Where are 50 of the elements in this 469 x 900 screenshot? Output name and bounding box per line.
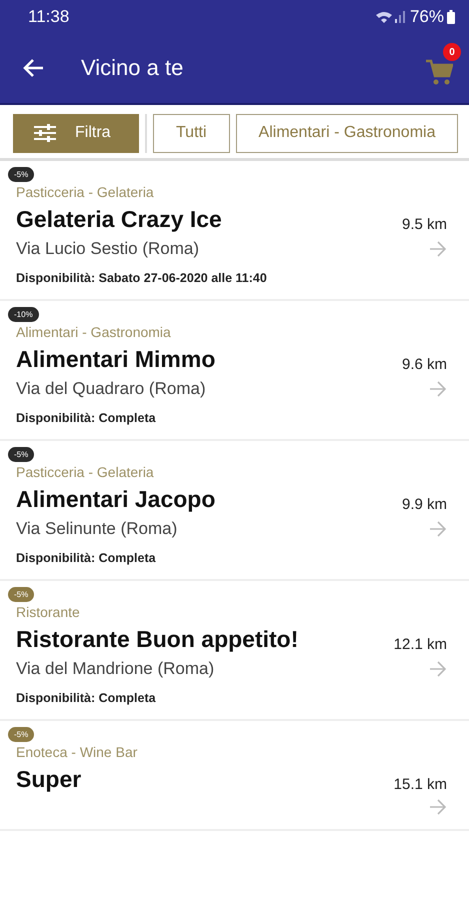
- sliders-icon: [33, 123, 57, 143]
- store-card[interactable]: -10% Alimentari - Gastronomia Alimentari Mimmo 9.6 km Via del Quadraro (Roma) Disponibilità: Completa: [0, 301, 469, 441]
- store-address: Via Selinunte (Roma): [16, 519, 178, 539]
- arrow-icon: [429, 381, 447, 397]
- store-availability: Disponibilità: Completa: [16, 411, 157, 425]
- discount-badge: -5%: [8, 727, 34, 742]
- store-name: Alimentari Jacopo: [16, 486, 216, 513]
- cart-count-badge: 0: [443, 43, 461, 61]
- store-address: Via del Mandrione (Roma): [16, 659, 214, 679]
- store-category: Pasticceria - Gelateria: [16, 464, 155, 480]
- battery-icon: [447, 10, 455, 24]
- discount-badge: -5%: [8, 447, 34, 462]
- store-availability: Disponibilità: Sabato 27-06-2020 alle 11:40: [16, 271, 268, 285]
- back-button[interactable]: [22, 58, 44, 78]
- store-distance: 9.5 km: [402, 216, 447, 233]
- discount-badge: -5%: [8, 167, 34, 182]
- store-category: Ristorante: [16, 604, 81, 620]
- store-address: Via del Quadraro (Roma): [16, 379, 206, 399]
- signal-icon: [374, 10, 405, 24]
- store-name: Gelateria Crazy Ice: [16, 206, 222, 233]
- store-category: Alimentari - Gastronomia: [16, 324, 172, 340]
- discount-badge: -10%: [8, 307, 39, 322]
- arrow-icon: [429, 241, 447, 257]
- arrow-icon: [429, 661, 447, 677]
- screen-title: Vicino a te: [81, 55, 184, 81]
- discount-badge: -5%: [8, 587, 34, 602]
- store-card[interactable]: -5% Pasticceria - Gelateria Alimentari Jacopo 9.9 km Via Selinunte (Roma) Disponibilità: Completa: [0, 441, 469, 581]
- cart-button[interactable]: [425, 58, 453, 86]
- store-distance: 9.6 km: [402, 356, 447, 373]
- arrow-icon: [429, 799, 447, 815]
- store-category: Pasticceria - Gelateria: [16, 184, 155, 200]
- store-availability: Disponibilità: Completa: [16, 691, 157, 705]
- store-distance: 9.9 km: [402, 496, 447, 513]
- category-chip[interactable]: Alimentari - Gastronomia: [236, 114, 458, 152]
- store-distance: 15.1 km: [394, 776, 447, 793]
- store-address: Via Lucio Sestio (Roma): [16, 239, 199, 259]
- store-name: Super: [16, 766, 82, 793]
- store-category: Enoteca - Wine Bar: [16, 744, 138, 760]
- store-distance: 12.1 km: [394, 636, 447, 653]
- store-card[interactable]: -5% Pasticceria - Gelateria Gelateria Crazy Ice 9.5 km Via Lucio Sestio (Roma) Disponibilità: Sabato 27-06-2020 alle 11:40: [0, 161, 469, 301]
- store-availability: Disponibilità: Completa: [16, 551, 157, 565]
- category-chip[interactable]: Tutti: [153, 114, 230, 152]
- battery-level: 76%: [410, 6, 444, 26]
- store-name: Alimentari Mimmo: [16, 346, 216, 373]
- store-card[interactable]: -5% Ristorante Ristorante Buon appetito! 12.1 km Via del Mandrione (Roma) Disponibilità: Completa: [0, 581, 469, 721]
- store-card[interactable]: -5% Enoteca - Wine Bar Super 15.1 km: [0, 721, 469, 831]
- filter-button[interactable]: Filtra: [13, 114, 139, 152]
- arrow-icon: [429, 521, 447, 537]
- store-name: Ristorante Buon appetito!: [16, 626, 298, 653]
- status-time: 11:38: [28, 6, 70, 26]
